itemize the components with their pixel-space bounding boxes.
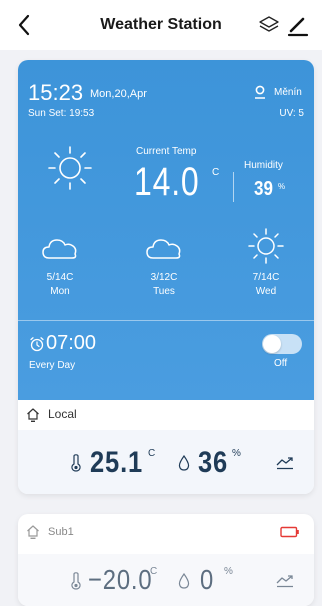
trend-chart-icon[interactable] bbox=[276, 456, 294, 470]
current-temp-label: Current Temp bbox=[136, 146, 197, 157]
forecast-range: 7/14C bbox=[252, 272, 280, 283]
alarm-time[interactable]: 07:00 bbox=[46, 332, 96, 355]
home-sensor-icon bbox=[27, 408, 39, 422]
current-temp-unit: C bbox=[212, 167, 220, 178]
local-humidity-unit: % bbox=[232, 448, 241, 459]
sunny-icon bbox=[48, 146, 92, 190]
alarm-clock-icon bbox=[30, 337, 44, 352]
humidity-drop-icon bbox=[178, 573, 190, 589]
alarm-toggle-label: Off bbox=[274, 358, 288, 369]
local-temp-value: 25.1 bbox=[90, 446, 144, 479]
divider bbox=[18, 320, 314, 321]
clock-time: 15:23 bbox=[28, 80, 84, 105]
clock-date: Mon,20,Apr bbox=[90, 88, 147, 100]
thermometer-icon bbox=[71, 572, 81, 590]
app-header: Weather Station bbox=[0, 0, 322, 50]
forecast-range: 5/14C bbox=[46, 272, 74, 283]
layers-icon[interactable] bbox=[258, 13, 280, 37]
sub1-temp-unit: C bbox=[150, 566, 158, 577]
toggle-knob bbox=[263, 335, 281, 353]
location-pin-icon bbox=[255, 85, 265, 99]
local-temp-unit: C bbox=[148, 448, 156, 459]
forecast-range: 3/12C bbox=[150, 272, 178, 283]
humidity-drop-icon bbox=[178, 455, 190, 471]
local-sensor-readings: 25.1 C 36 % bbox=[18, 430, 314, 494]
battery-low-icon bbox=[280, 526, 299, 538]
sub1-sensor-label: Sub1 bbox=[48, 526, 74, 538]
weather-panel: 15:23 Mon,20,Apr Sun Set: 19:53 Měnín UV… bbox=[18, 60, 314, 400]
home-sensor-icon bbox=[27, 525, 39, 539]
forecast-day: Wed bbox=[255, 286, 277, 297]
forecast-day: Mon bbox=[50, 286, 70, 297]
sub1-sensor-card[interactable]: Sub1 −20.0 C 0 % bbox=[18, 514, 314, 606]
edit-pencil-icon[interactable] bbox=[286, 13, 310, 37]
sub1-humidity-unit: % bbox=[224, 566, 233, 577]
sunset-time: Sun Set: 19:53 bbox=[28, 108, 95, 119]
humidity-value: 39 bbox=[254, 178, 273, 200]
weather-station-card[interactable]: 15:23 Mon,20,Apr Sun Set: 19:53 Měnín UV… bbox=[18, 60, 314, 494]
alarm-toggle[interactable] bbox=[262, 334, 302, 354]
local-humidity-value: 36 bbox=[198, 446, 229, 479]
sub1-temp-value: −20.0 bbox=[88, 564, 153, 595]
cloud-icon bbox=[146, 239, 181, 259]
local-sensor-label: Local bbox=[48, 407, 77, 421]
trend-chart-icon[interactable] bbox=[276, 574, 294, 588]
thermometer-icon bbox=[71, 454, 81, 472]
forecast-day: Tues bbox=[153, 286, 175, 297]
sub1-sensor-readings: −20.0 C 0 % bbox=[18, 554, 314, 606]
alarm-repeat: Every Day bbox=[29, 360, 76, 371]
sunny-icon bbox=[248, 228, 284, 264]
divider bbox=[233, 172, 234, 202]
current-temp-value: 14.0 bbox=[134, 160, 200, 204]
humidity-label: Humidity bbox=[244, 160, 283, 171]
sub1-humidity-value: 0 bbox=[200, 564, 215, 595]
humidity-unit: % bbox=[278, 182, 286, 191]
uv-index: UV: 5 bbox=[279, 108, 304, 119]
cloud-icon bbox=[42, 239, 77, 259]
location-name: Měnín bbox=[274, 87, 302, 98]
local-sensor-header[interactable]: Local bbox=[18, 400, 314, 430]
